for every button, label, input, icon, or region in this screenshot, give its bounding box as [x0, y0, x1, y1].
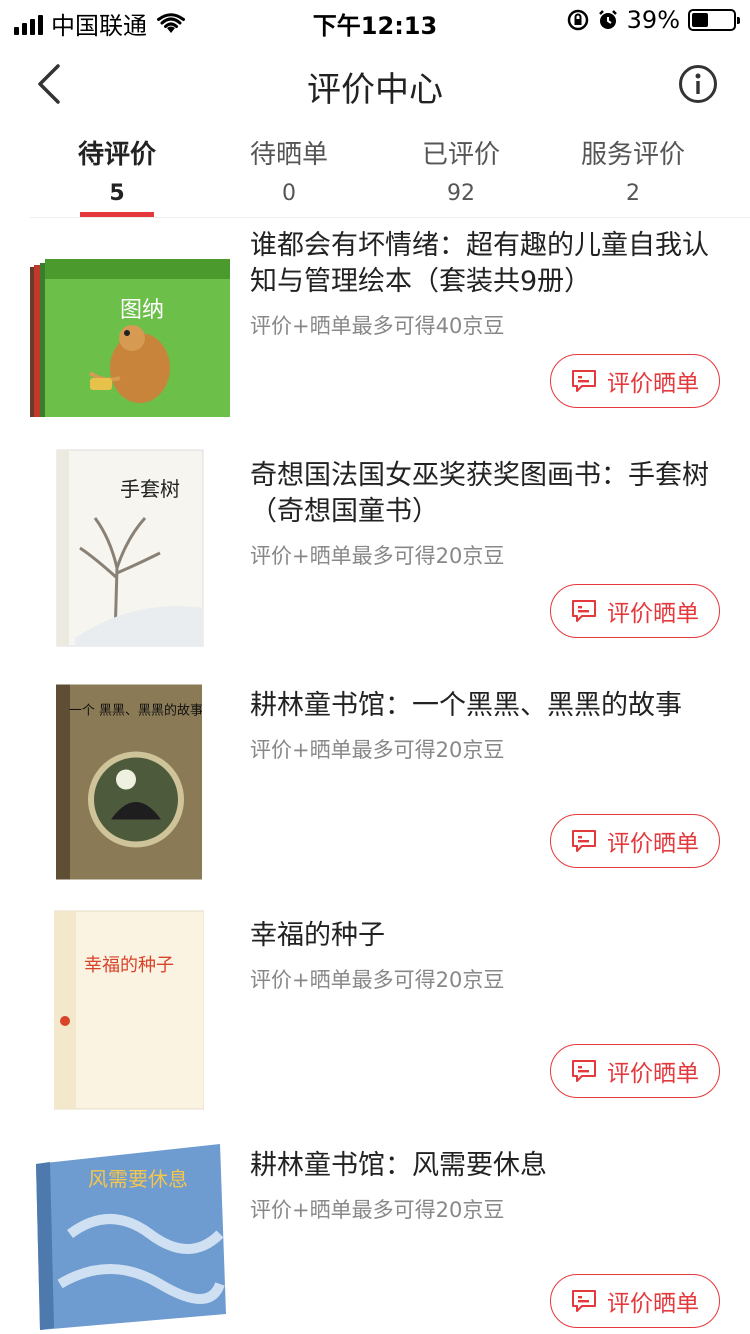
item-title[interactable]: 耕林童书馆：风需要休息 — [250, 1148, 718, 1184]
battery-percent: 39% — [626, 6, 680, 34]
tab-label: 待晒单 — [249, 140, 328, 170]
item-reward: 评价+晒单最多可得20京豆 — [250, 968, 505, 992]
tab-pending-review[interactable]: 待评价 5 — [42, 134, 192, 206]
list-item: 图纳 谁都会有坏情绪：超有趣的儿童自我认知与管理绘本（套装共9册） 评价+晒单最… — [0, 228, 750, 458]
tab-service-review[interactable]: 服务评价 2 — [558, 134, 708, 206]
review-share-button[interactable]: 评价晒单 — [550, 354, 720, 408]
comment-icon — [572, 830, 596, 852]
item-reward: 评价+晒单最多可得20京豆 — [250, 1198, 505, 1222]
button-label: 评价晒单 — [607, 371, 699, 397]
book-cover[interactable]: 幸福的种子 — [54, 910, 204, 1110]
status-right: 39% — [567, 6, 740, 34]
review-tabs: 待评价 5 待晒单 0 已评价 92 服务评价 2 — [30, 128, 750, 218]
comment-icon — [572, 370, 596, 392]
nav-bar: 评价中心 — [0, 40, 750, 128]
rotation-lock-icon — [567, 9, 588, 31]
status-bar: 中国联通 下午12:13 39% — [0, 0, 750, 40]
battery-icon — [688, 9, 740, 31]
tab-count: 92 — [447, 181, 475, 206]
review-share-button[interactable]: 评价晒单 — [550, 1044, 720, 1098]
tab-label: 待评价 — [77, 140, 156, 170]
active-tab-indicator — [80, 212, 154, 217]
tab-reviewed[interactable]: 已评价 92 — [386, 134, 536, 206]
tab-count: 0 — [282, 181, 296, 206]
tab-count: 5 — [109, 181, 125, 206]
cover-text: 幸福的种子 — [84, 955, 174, 976]
alarm-icon — [598, 10, 617, 29]
list-item: 风需要休息 耕林童书馆：风需要休息 评价+晒单最多可得20京豆 评价晒单 — [0, 1144, 750, 1334]
item-reward: 评价+晒单最多可得20京豆 — [250, 544, 505, 568]
cover-text: 图纳 — [120, 298, 164, 323]
book-cover[interactable]: 图纳 — [30, 238, 230, 438]
cover-text: 一个 黑黑、黑黑的故事 — [69, 703, 202, 719]
list-item: 一个 黑黑、黑黑的故事 耕林童书馆：一个黑黑、黑黑的故事 评价+晒单最多可得20… — [0, 684, 750, 918]
comment-icon — [572, 1290, 596, 1312]
review-share-button[interactable]: 评价晒单 — [550, 584, 720, 638]
item-title[interactable]: 奇想国法国女巫奖获奖图画书：手套树（奇想国童书） — [250, 458, 718, 530]
item-title[interactable]: 谁都会有坏情绪：超有趣的儿童自我认知与管理绘本（套装共9册） — [250, 228, 718, 300]
list-item: 手套树 奇想国法国女巫奖获奖图画书：手套树（奇想国童书） 评价+晒单最多可得20… — [0, 449, 750, 688]
review-share-button[interactable]: 评价晒单 — [550, 1274, 720, 1328]
tab-count: 2 — [626, 181, 640, 206]
book-cover[interactable]: 一个 黑黑、黑黑的故事 — [56, 682, 202, 882]
button-label: 评价晒单 — [607, 1061, 699, 1087]
button-label: 评价晒单 — [607, 1291, 699, 1317]
item-title[interactable]: 耕林童书馆：一个黑黑、黑黑的故事 — [250, 688, 718, 724]
button-label: 评价晒单 — [607, 831, 699, 857]
comment-icon — [572, 600, 596, 622]
cover-text: 手套树 — [120, 477, 180, 501]
item-reward: 评价+晒单最多可得20京豆 — [250, 738, 505, 762]
tab-label: 已评价 — [421, 140, 500, 170]
cover-text: 风需要休息 — [88, 1167, 188, 1191]
info-icon[interactable] — [678, 64, 718, 104]
comment-icon — [572, 1060, 596, 1082]
tab-pending-share[interactable]: 待晒单 0 — [214, 134, 364, 206]
book-cover[interactable]: 风需要休息 — [30, 1144, 230, 1330]
page-title: 评价中心 — [307, 70, 443, 110]
tab-label: 服务评价 — [580, 140, 685, 170]
button-label: 评价晒单 — [607, 601, 699, 627]
review-share-button[interactable]: 评价晒单 — [550, 814, 720, 868]
list-item: 幸福的种子 幸福的种子 评价+晒单最多可得20京豆 评价晒单 — [0, 910, 750, 1148]
item-reward: 评价+晒单最多可得40京豆 — [250, 314, 505, 338]
book-cover[interactable]: 手套树 — [55, 448, 205, 648]
item-title[interactable]: 幸福的种子 — [250, 918, 718, 954]
